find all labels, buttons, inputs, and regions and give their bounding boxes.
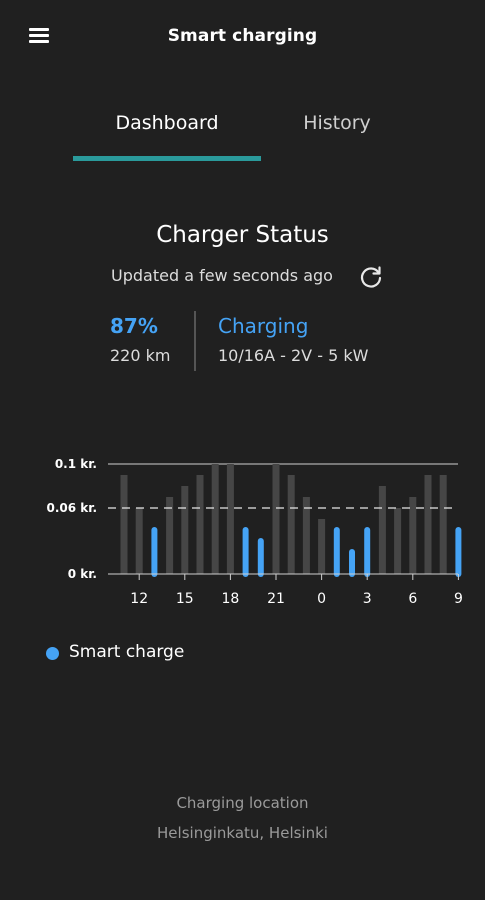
- x-tick-label: 21: [267, 591, 285, 607]
- charging-power: 10/16A - 2V - 5 kW: [218, 346, 369, 365]
- x-tick-label: 9: [454, 591, 463, 607]
- smart-charge-legend-label: Smart charge: [69, 642, 185, 662]
- y-tick-label: 0 kr.: [68, 567, 97, 581]
- y-tick-label: 0.06 kr.: [46, 501, 97, 515]
- charging-state: Charging: [218, 314, 309, 338]
- app-bar: Smart charging: [0, 0, 485, 72]
- x-tick-label: 12: [130, 591, 148, 607]
- stat-divider: [194, 311, 196, 371]
- battery-percent: 87%: [110, 314, 158, 338]
- x-tick-label: 6: [408, 591, 417, 607]
- charger-status-title: Charger Status: [156, 222, 329, 248]
- tab-history[interactable]: History: [262, 112, 412, 134]
- x-tick-label: 15: [176, 591, 194, 607]
- x-tick-label: 3: [363, 591, 372, 607]
- refresh-icon[interactable]: [358, 264, 384, 290]
- tab-dashboard[interactable]: Dashboard: [73, 112, 261, 134]
- charging-location-label: Charging location: [176, 794, 309, 812]
- updated-row: Updated a few seconds ago: [0, 264, 485, 290]
- smart-charge-legend-dot: [46, 647, 59, 660]
- x-tick-label: 18: [221, 591, 239, 607]
- y-tick-label: 0.1 kr.: [55, 457, 97, 471]
- updated-text: Updated a few seconds ago: [111, 266, 333, 285]
- x-tick-label: 0: [317, 591, 326, 607]
- price-chart: 0.1 kr. 0.06 kr. 0 kr. 12 15 18 21 0 3 6 9: [46, 457, 463, 607]
- active-tab-indicator: [73, 156, 261, 161]
- charging-location-value: Helsinginkatu, Helsinki: [157, 824, 328, 842]
- app-title: Smart charging: [167, 26, 318, 46]
- battery-range: 220 km: [110, 346, 171, 365]
- tab-bar: Dashboard History: [0, 100, 485, 162]
